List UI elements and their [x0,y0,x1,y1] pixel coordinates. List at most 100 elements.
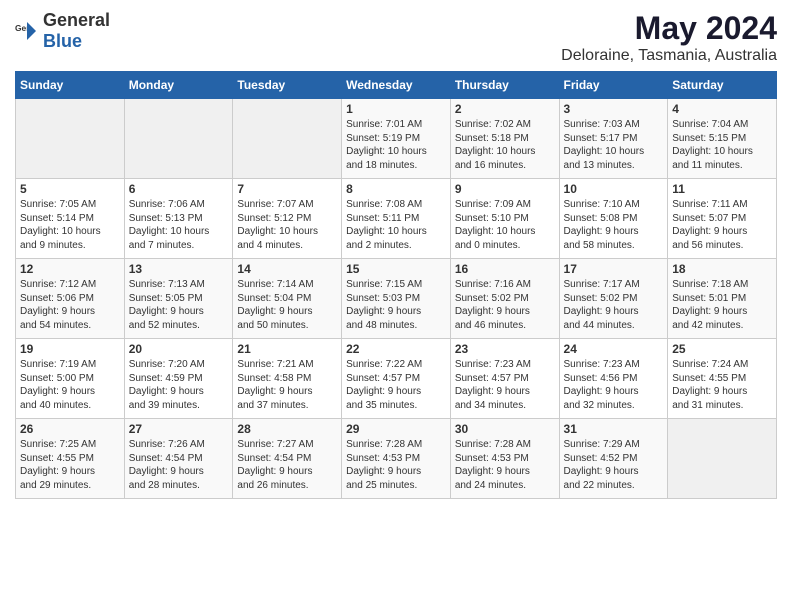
day-info-line: Daylight: 9 hours [564,385,664,399]
day-info: Sunrise: 7:12 AMSunset: 5:06 PMDaylight:… [20,278,120,332]
day-number: 5 [20,182,120,196]
day-info-line: Daylight: 9 hours [237,465,337,479]
calendar-cell: 30Sunrise: 7:28 AMSunset: 4:53 PMDayligh… [450,419,559,499]
day-info-line: Sunrise: 7:06 AM [129,198,229,212]
day-info-line: Sunset: 4:59 PM [129,372,229,386]
calendar-cell: 27Sunrise: 7:26 AMSunset: 4:54 PMDayligh… [124,419,233,499]
day-number: 12 [20,262,120,276]
day-info: Sunrise: 7:21 AMSunset: 4:58 PMDaylight:… [237,358,337,412]
day-info-line: Sunrise: 7:21 AM [237,358,337,372]
day-info: Sunrise: 7:16 AMSunset: 5:02 PMDaylight:… [455,278,555,332]
day-info-line: and 35 minutes. [346,399,446,413]
day-info-line: and 16 minutes. [455,159,555,173]
day-info-line: Sunrise: 7:26 AM [129,438,229,452]
day-info-line: Sunrise: 7:19 AM [20,358,120,372]
day-info-line: Sunrise: 7:27 AM [237,438,337,452]
col-tuesday: Tuesday [233,72,342,99]
day-info-line: Sunrise: 7:29 AM [564,438,664,452]
day-info-line: and 31 minutes. [672,399,772,413]
day-info: Sunrise: 7:23 AMSunset: 4:57 PMDaylight:… [455,358,555,412]
day-info-line: Daylight: 9 hours [564,225,664,239]
day-info-line: Daylight: 9 hours [455,385,555,399]
calendar-cell: 3Sunrise: 7:03 AMSunset: 5:17 PMDaylight… [559,99,668,179]
calendar-cell: 21 Sunrise: 7:21 AMSunset: 4:58 PMDayligh… [233,339,342,419]
day-info-line: Sunrise: 7:01 AM [346,118,446,132]
day-number: 30 [455,422,555,436]
day-number: 18 [672,262,772,276]
day-number: 2 [455,102,555,116]
calendar-cell: 4Sunrise: 7:04 AMSunset: 5:15 PMDaylight… [668,99,777,179]
col-monday: Monday [124,72,233,99]
calendar-week-4: 19Sunrise: 7:19 AMSunset: 5:00 PMDayligh… [16,339,777,419]
calendar-cell: 6Sunrise: 7:06 AMSunset: 5:13 PMDaylight… [124,179,233,259]
calendar-cell: 2Sunrise: 7:02 AMSunset: 5:18 PMDaylight… [450,99,559,179]
day-info-line: Sunrise: 7:09 AM [455,198,555,212]
day-info: Sunrise: 7:06 AMSunset: 5:13 PMDaylight:… [129,198,229,252]
day-info-line: Daylight: 10 hours [20,225,120,239]
day-number: 9 [455,182,555,196]
calendar-week-3: 12Sunrise: 7:12 AMSunset: 5:06 PMDayligh… [16,259,777,339]
calendar-cell: 25Sunrise: 7:24 AMSunset: 4:55 PMDayligh… [668,339,777,419]
day-info-line: Daylight: 10 hours [346,145,446,159]
day-number: 10 [564,182,664,196]
day-info-line: Sunset: 5:01 PM [672,292,772,306]
calendar-cell: 29Sunrise: 7:28 AMSunset: 4:53 PMDayligh… [342,419,451,499]
day-info-line: Sunset: 5:12 PM [237,212,337,226]
day-info-line: Sunrise: 7:08 AM [346,198,446,212]
calendar-cell [124,99,233,179]
day-number: 21 [237,342,337,356]
day-info-line: Sunset: 5:06 PM [20,292,120,306]
day-info-line: Sunrise: 7:16 AM [455,278,555,292]
day-info: Sunrise: 7:23 AMSunset: 4:56 PMDaylight:… [564,358,664,412]
day-number: 20 [129,342,229,356]
day-number: 23 [455,342,555,356]
day-info-line: Daylight: 9 hours [346,465,446,479]
day-number: 3 [564,102,664,116]
day-info-line: Sunset: 5:05 PM [129,292,229,306]
calendar-cell: 11Sunrise: 7:11 AMSunset: 5:07 PMDayligh… [668,179,777,259]
day-info-line: Sunrise: 7:23 AM [564,358,664,372]
day-number: 15 [346,262,446,276]
page-subtitle: Deloraine, Tasmania, Australia [561,47,777,65]
day-number: 14 [237,262,337,276]
day-info-line: Daylight: 10 hours [455,145,555,159]
day-info: Sunrise: 7:04 AMSunset: 5:15 PMDaylight:… [672,118,772,172]
col-sunday: Sunday [16,72,125,99]
day-info-line: Daylight: 9 hours [129,385,229,399]
day-info-line: Sunrise: 7:14 AM [237,278,337,292]
day-info-line: Sunset: 5:19 PM [346,132,446,146]
day-number: 13 [129,262,229,276]
day-info-line: Daylight: 10 hours [237,225,337,239]
day-info-line: Sunset: 5:15 PM [672,132,772,146]
day-info-line: and 48 minutes. [346,319,446,333]
calendar-cell: 7 Sunrise: 7:07 AMSunset: 5:12 PMDaylight… [233,179,342,259]
day-number: 7 [237,182,337,196]
calendar-cell: 13Sunrise: 7:13 AMSunset: 5:05 PMDayligh… [124,259,233,339]
calendar-week-1: 1Sunrise: 7:01 AMSunset: 5:19 PMDaylight… [16,99,777,179]
calendar-cell: 16Sunrise: 7:16 AMSunset: 5:02 PMDayligh… [450,259,559,339]
day-info-line: Daylight: 9 hours [20,305,120,319]
calendar-cell [16,99,125,179]
day-info-line: and 54 minutes. [20,319,120,333]
calendar-cell: 5Sunrise: 7:05 AMSunset: 5:14 PMDaylight… [16,179,125,259]
day-info-line: and 50 minutes. [237,319,337,333]
day-number: 29 [346,422,446,436]
day-info-line: Sunrise: 7:24 AM [672,358,772,372]
day-info-line: and 4 minutes. [237,239,337,253]
calendar-cell: 14Sunrise: 7:14 AMSunset: 5:04 PMDayligh… [233,259,342,339]
day-number: 26 [20,422,120,436]
day-info-line: Sunset: 5:14 PM [20,212,120,226]
calendar-cell: 17Sunrise: 7:17 AMSunset: 5:02 PMDayligh… [559,259,668,339]
day-info-line: Sunrise: 7:03 AM [564,118,664,132]
day-info-line: Daylight: 9 hours [564,465,664,479]
day-info: Sunrise: 7:10 AMSunset: 5:08 PMDaylight:… [564,198,664,252]
day-info-line: Sunrise: 7:18 AM [672,278,772,292]
day-info-line: Sunrise: 7:12 AM [20,278,120,292]
calendar-cell: 12 Sunrise: 7:12 AMSunset: 5:06 PMDayligh… [16,259,125,339]
day-number: 31 [564,422,664,436]
day-info-line: Sunrise: 7:11 AM [672,198,772,212]
day-info-line: Daylight: 9 hours [129,305,229,319]
day-info-line: Sunrise: 7:23 AM [455,358,555,372]
day-info-line: Sunset: 5:02 PM [564,292,664,306]
day-info-line: Sunrise: 7:07 AM [237,198,337,212]
